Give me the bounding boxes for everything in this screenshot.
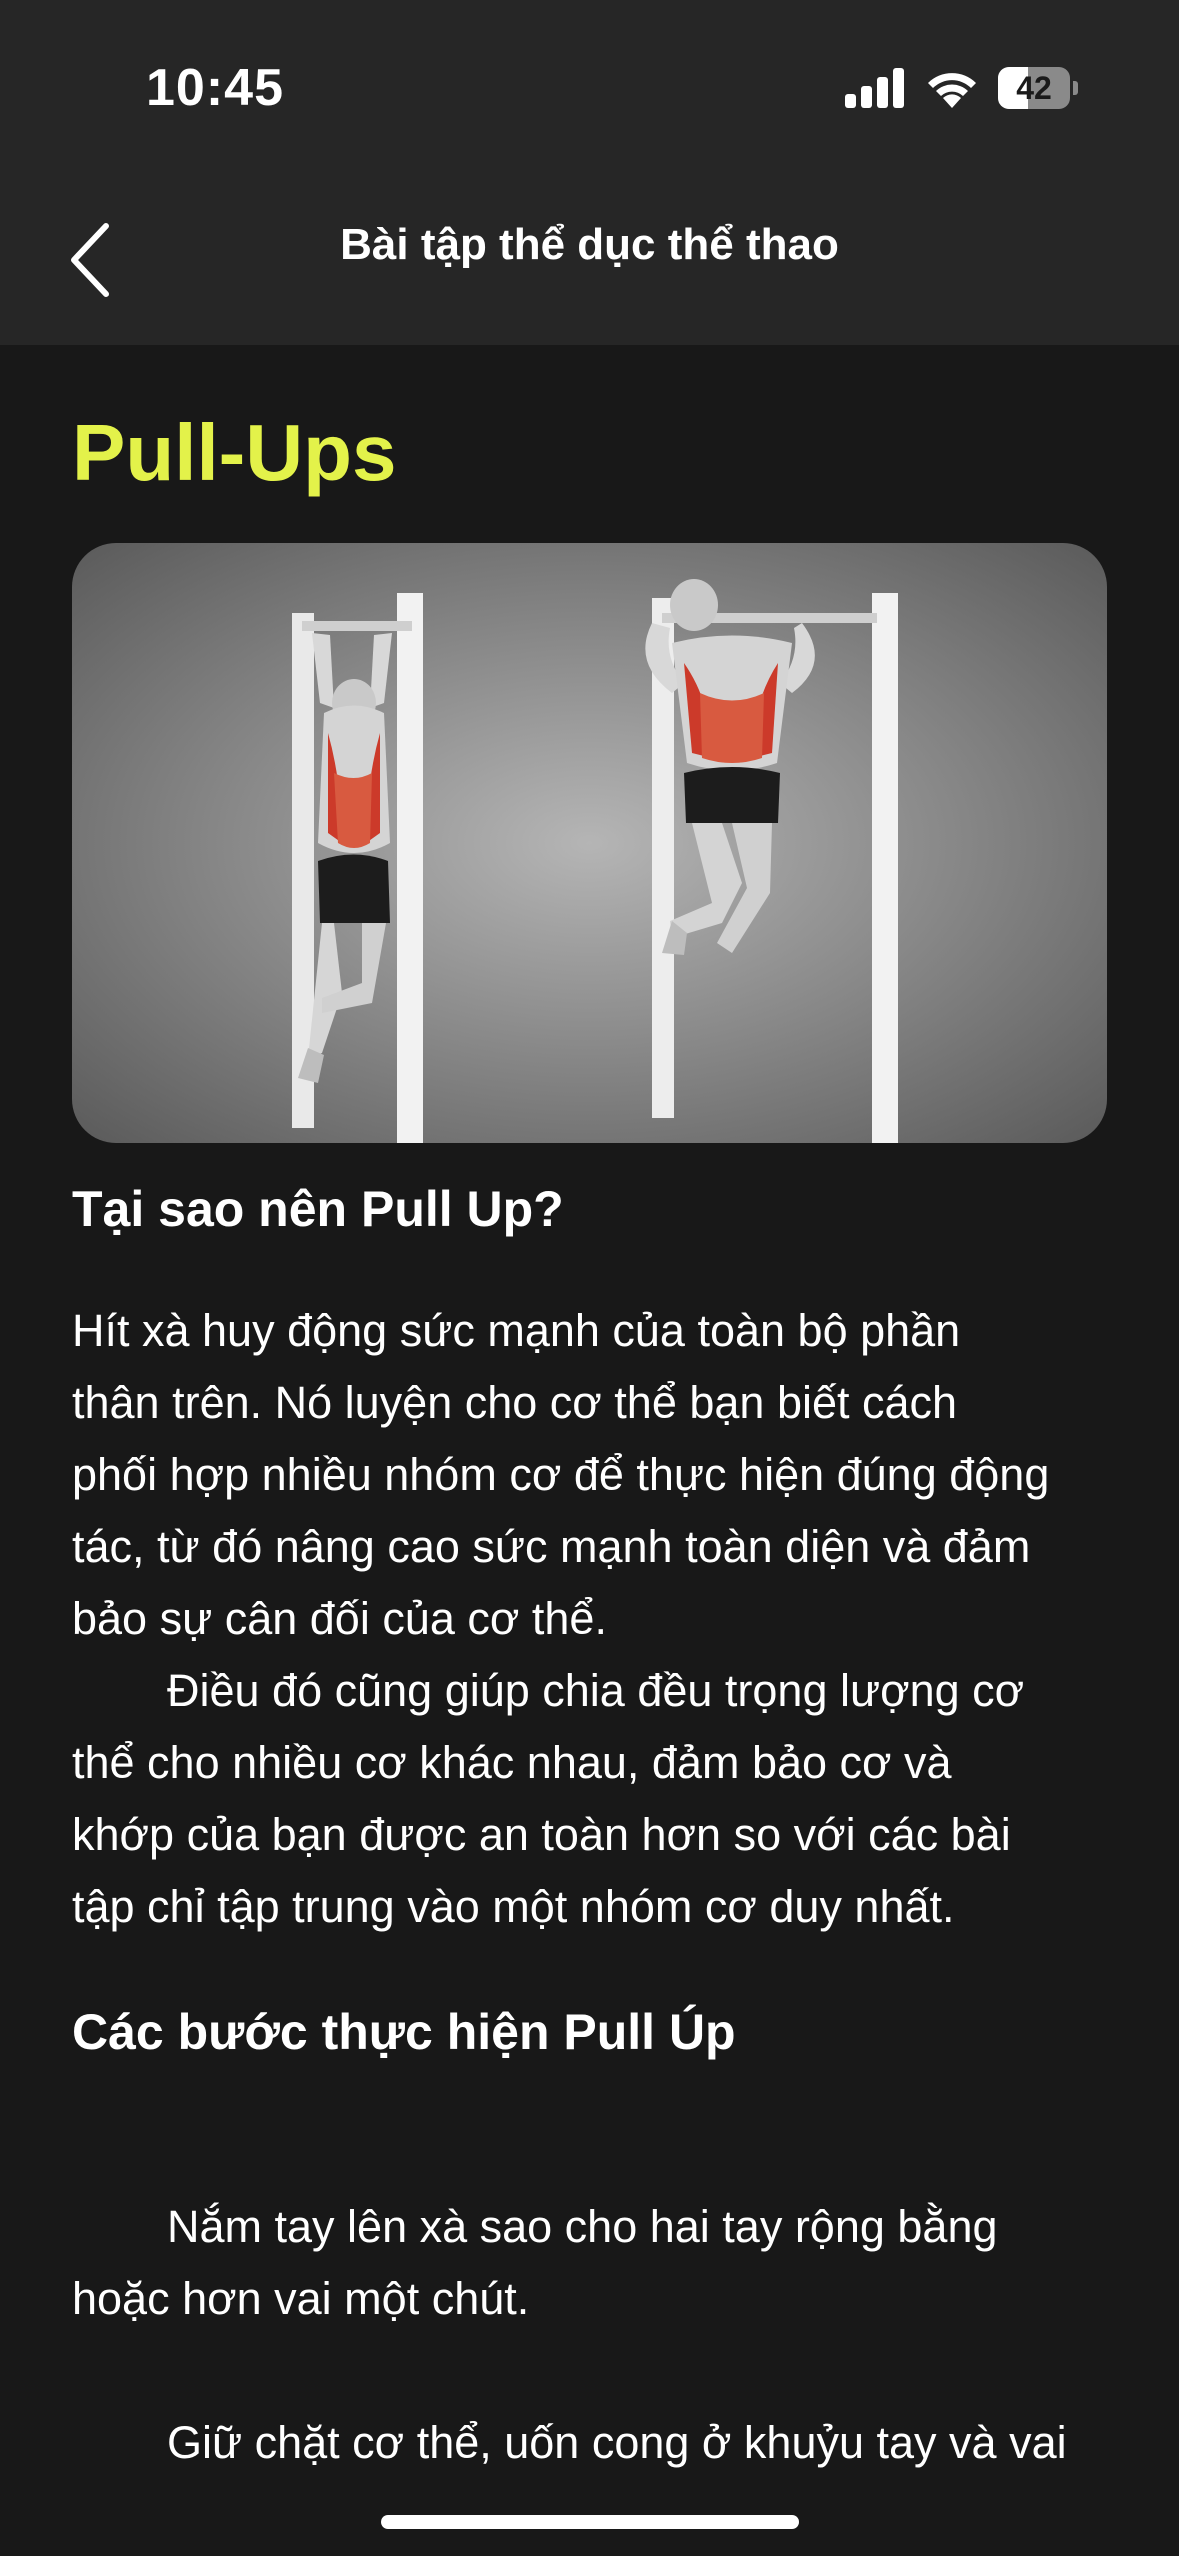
why-heading: Tại sao nên Pull Up? — [72, 1181, 564, 1237]
paragraph-line: phối hợp nhiều nhóm cơ để thực hiện đúng… — [72, 1449, 1050, 1500]
nav-title: Bài tập thể dục thể thao — [340, 220, 839, 269]
wifi-icon — [928, 73, 976, 108]
exercise-title: Pull-Ups — [72, 408, 397, 497]
exercise-detail[interactable]: Pull-Ups Tại sao nên Pull Up? Hít xà huy… — [0, 345, 1179, 2556]
paragraph-line: thân trên. Nó luyện cho cơ thể bạn biết … — [72, 1377, 958, 1428]
paragraph-line: khớp của bạn được an toàn hơn so với các… — [72, 1809, 1011, 1860]
paragraph-line: thể cho nhiều cơ khác nhau, đảm bảo cơ v… — [72, 1737, 952, 1788]
home-indicator[interactable] — [381, 2515, 799, 2529]
paragraph-line: Nắm tay lên xà sao cho hai tay rộng bằng — [167, 2201, 998, 2252]
steps-heading: Các bước thực hiện Pull Úp — [72, 2004, 736, 2060]
step-two-paragraph: Giữ chặt cơ thể, uốn cong ở khuỷu tay và… — [72, 2407, 1112, 2479]
paragraph-line: bảo sự cân đối của cơ thể. — [72, 1593, 607, 1644]
battery-level: 42 — [1016, 70, 1052, 106]
paragraph-line: Giữ chặt cơ thể, uốn cong ở khuỷu tay và… — [167, 2417, 1067, 2468]
paragraph-line: hoặc hơn vai một chút. — [72, 2273, 530, 2324]
battery-icon: 42 — [998, 67, 1078, 109]
navigation-bar: Bài tập thể dục thể thao — [0, 170, 1179, 345]
paragraph-line: tác, từ đó nâng cao sức mạnh toàn diện v… — [72, 1521, 1031, 1572]
paragraph-line: Điều đó cũng giúp chia đều trọng lượng c… — [167, 1665, 1025, 1716]
cellular-signal-icon — [845, 68, 904, 108]
exercise-illustration — [72, 543, 1107, 1143]
why-paragraph: Hít xà huy động sức mạnh của toàn bộ phầ… — [72, 1295, 1112, 1943]
pull-up-figures-image — [292, 579, 898, 1143]
status-time: 10:45 — [146, 59, 284, 117]
step-one-paragraph: Nắm tay lên xà sao cho hai tay rộng bằng… — [72, 2191, 1112, 2335]
paragraph-line: Hít xà huy động sức mạnh của toàn bộ phầ… — [72, 1305, 961, 1356]
paragraph-line: tập chỉ tập trung vào một nhóm cơ duy nh… — [72, 1881, 955, 1932]
status-bar: 10:45 42 — [0, 0, 1179, 170]
